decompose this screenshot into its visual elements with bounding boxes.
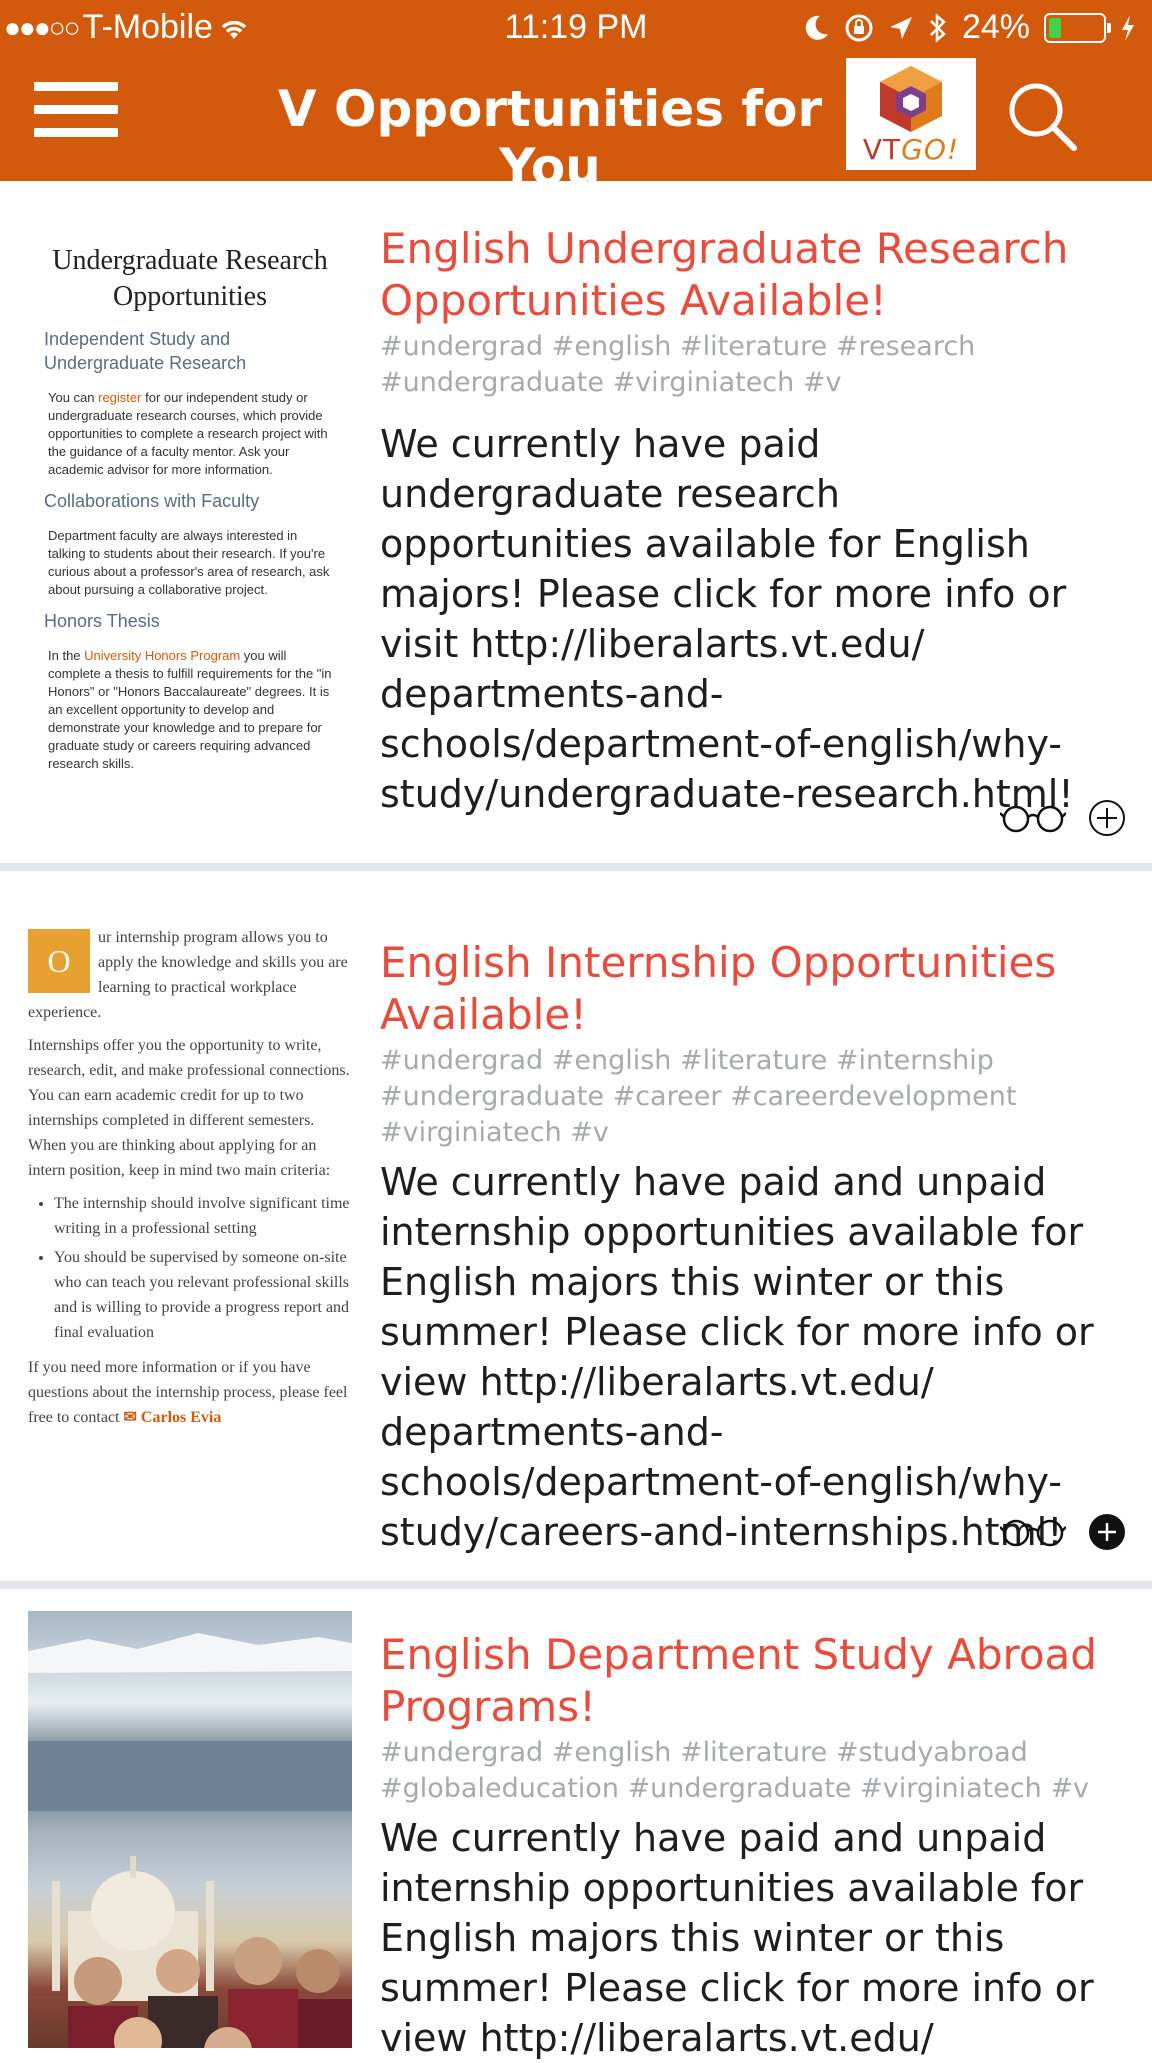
card-title[interactable]: English Undergraduate Research Opportuni… <box>380 223 1100 327</box>
charging-bolt-icon <box>1122 14 1134 41</box>
card-title[interactable]: English Internship Opportunities Availab… <box>380 937 1100 1041</box>
location-arrow-icon <box>889 16 912 39</box>
thumbnail-paragraph: Internships offer you the opportunity to… <box>28 1037 350 1179</box>
card-tags: #undergrad #english #literature #studyab… <box>380 1737 1089 1804</box>
thumbnail-paragraph: You can register for our independent stu… <box>48 390 328 477</box>
card-divider <box>0 1581 1152 1589</box>
card-tags: #undergrad #english #literature #researc… <box>380 331 976 398</box>
thumbnail-list: The internship should involve significan… <box>28 1191 352 1345</box>
taj-mahal-photo <box>28 1633 352 2048</box>
thumbnail-paragraph: Department faculty are always interested… <box>48 528 330 597</box>
battery-icon <box>1044 12 1111 43</box>
thumbnail-heading: Undergraduate Research Opportunities <box>52 245 328 312</box>
card-description: We currently have paid undergraduate res… <box>380 422 1074 816</box>
study-abroad-photo <box>28 1611 352 2048</box>
page-title: V Opportunities for You <box>277 80 823 196</box>
opportunity-card[interactable]: English Department Study Abroad Programs… <box>0 1589 1152 2060</box>
thumbnail-paragraph: In the University Honors Program you wil… <box>48 648 332 771</box>
moon-icon <box>805 15 828 40</box>
glasses-icon[interactable] <box>1000 1517 1066 1547</box>
card-title[interactable]: English Department Study Abroad Programs… <box>380 1629 1100 1733</box>
card-thumbnail[interactable] <box>28 1611 352 2048</box>
app-header: ●●●○○ T-Mobile 11:19 PM 24% V Opportunit… <box>0 0 1152 196</box>
card-thumbnail[interactable]: Undergraduate Research Opportunities Ind… <box>28 233 352 818</box>
cube-logo-icon <box>880 66 942 132</box>
card-description: We currently have paid and unpaid intern… <box>380 1816 1094 2060</box>
add-circle-icon[interactable] <box>1088 799 1126 837</box>
menu-icon <box>34 82 118 91</box>
drop-cap: O <box>28 929 90 993</box>
navigation-bar: V Opportunities for You VTGO! <box>0 58 1152 196</box>
card-description: We currently have paid and unpaid intern… <box>380 1160 1094 1554</box>
thumbnail-subheading: Collaborations with Faculty <box>44 491 260 511</box>
opportunity-card[interactable]: Undergraduate Research Opportunities Ind… <box>0 181 1152 863</box>
bluetooth-icon <box>930 12 946 43</box>
logo-wordmark: VTGO! <box>862 133 960 166</box>
card-divider <box>0 863 1152 871</box>
list-item: You should be supervised by someone on-s… <box>54 1245 352 1345</box>
contact-link: ✉ Carlos Evia <box>123 1409 222 1426</box>
opportunity-card[interactable]: O ur internship program allows you to ap… <box>0 871 1152 1581</box>
list-item: The internship should involve significan… <box>54 1191 352 1241</box>
added-circle-icon[interactable] <box>1088 1513 1126 1551</box>
card-thumbnail[interactable]: O ur internship program allows you to ap… <box>28 919 352 1529</box>
rotation-lock-icon <box>845 14 873 41</box>
card-tags: #undergrad #english #literature #interns… <box>380 1045 1017 1148</box>
status-bar: ●●●○○ T-Mobile 11:19 PM 24% <box>0 0 1152 58</box>
battery-percent: 24% <box>961 8 1030 46</box>
vtgo-logo[interactable]: VTGO! <box>846 58 976 170</box>
glasses-icon[interactable] <box>1000 803 1066 833</box>
thumbnail-subheading: Independent Study and Undergraduate Rese… <box>44 329 247 373</box>
thumbnail-paragraph: If you need more information or if you h… <box>28 1359 348 1426</box>
menu-button[interactable] <box>34 82 118 138</box>
search-icon[interactable] <box>1006 80 1078 152</box>
thumbnail-subheading: Honors Thesis <box>44 611 160 631</box>
